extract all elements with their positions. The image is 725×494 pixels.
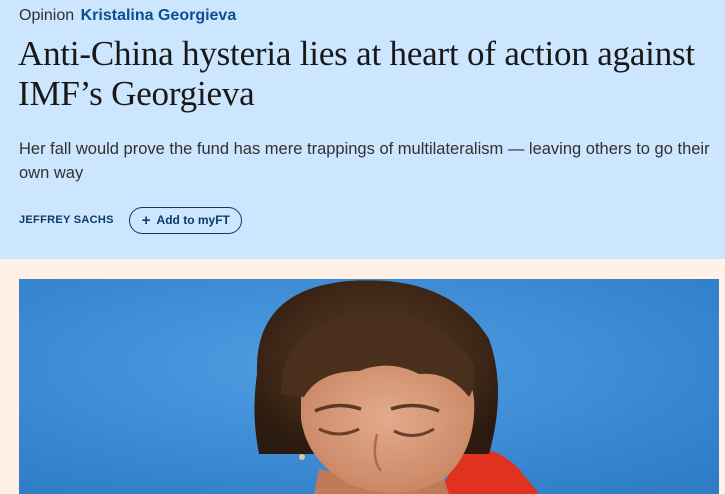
article-image	[19, 279, 719, 494]
section-label: Opinion	[19, 7, 75, 24]
add-to-myft-label: Add to myFT	[156, 213, 230, 227]
standfirst: Her fall would prove the fund has mere t…	[19, 140, 710, 182]
add-to-myft-button[interactable]: + Add to myFT	[128, 206, 242, 234]
topic-link[interactable]: Kristalina Georgieva	[81, 7, 237, 24]
plus-icon: +	[141, 211, 151, 229]
article-header: Opinion Kristalina Georgieva Anti-China …	[0, 0, 725, 259]
byline: JEFFREY SACHS + Add to myFT	[19, 206, 242, 234]
headline: Anti-China hysteria lies at heart of act…	[18, 34, 695, 113]
topic-line: Opinion Kristalina Georgieva	[19, 6, 236, 26]
author-link[interactable]: JEFFREY SACHS	[19, 214, 114, 226]
portrait-illustration	[19, 279, 719, 494]
